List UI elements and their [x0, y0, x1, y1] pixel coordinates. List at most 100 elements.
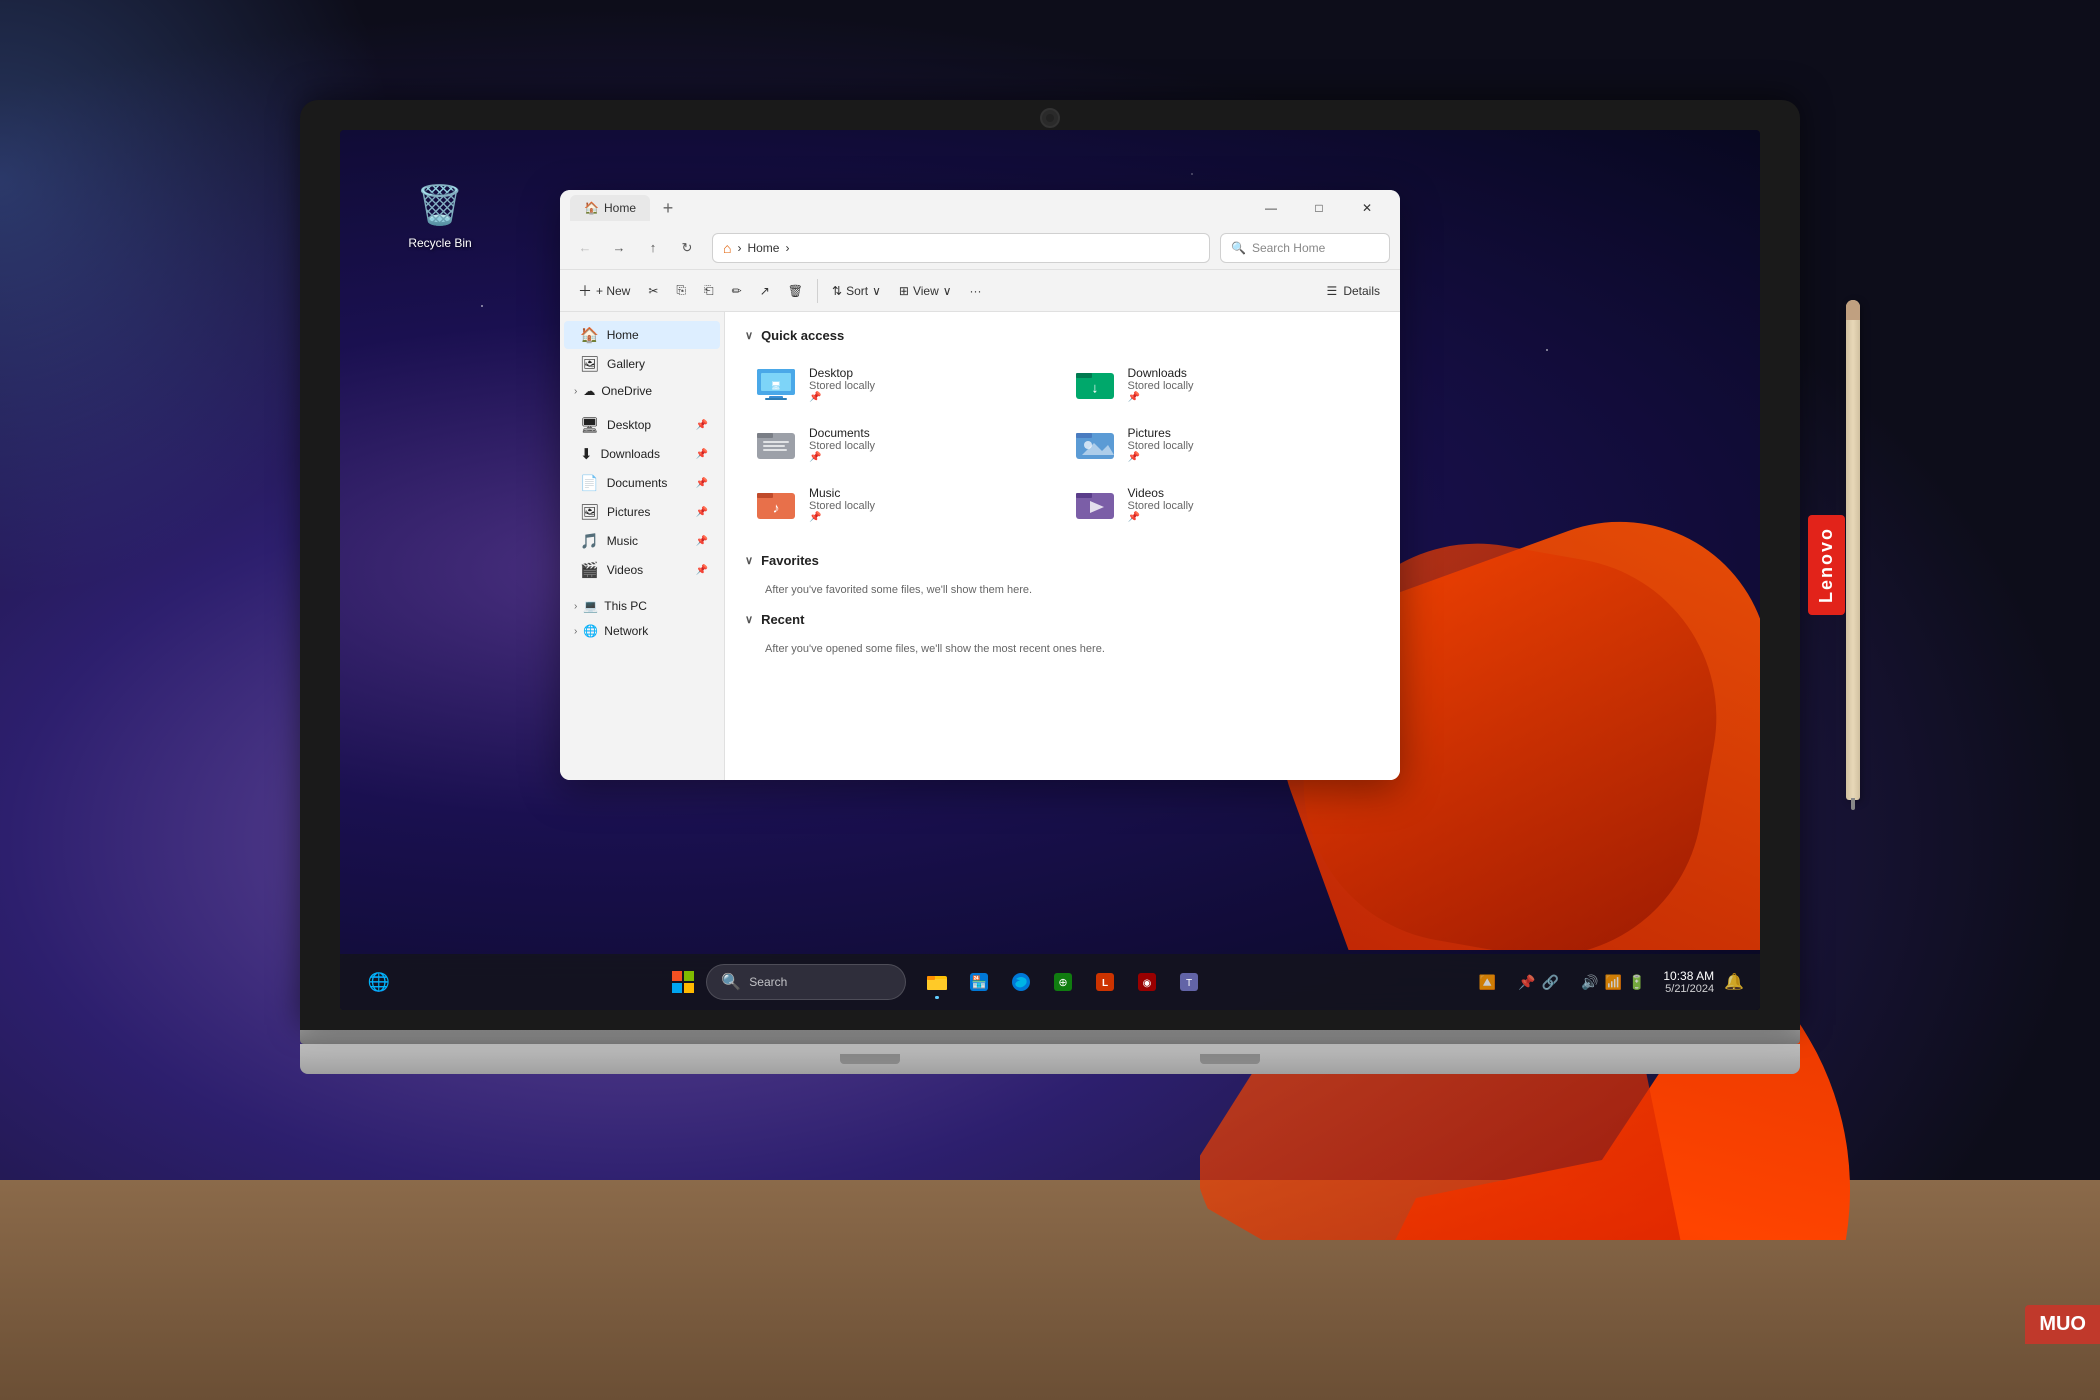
sidebar-downloads-label: Downloads: [601, 447, 660, 461]
qa-desktop-icon: 🖥: [755, 363, 797, 405]
favorites-header[interactable]: ∨ Favorites: [745, 553, 1380, 568]
taskbar-file-explorer[interactable]: [918, 963, 956, 1001]
up-button[interactable]: ↑: [638, 233, 668, 263]
tray-expand[interactable]: 🔼: [1471, 974, 1504, 991]
view-button[interactable]: ⊞ View ∨: [891, 279, 960, 303]
delete-button[interactable]: 🗑: [780, 279, 811, 303]
taskbar-red-app[interactable]: L: [1086, 963, 1124, 1001]
new-button[interactable]: ＋ + New: [570, 276, 638, 306]
paste-button[interactable]: ⎗: [696, 278, 722, 303]
qa-downloads-info: Downloads Stored locally 📌: [1128, 366, 1371, 403]
recent-title: Recent: [761, 612, 804, 627]
sidebar-music-label: Music: [607, 534, 638, 548]
camera: [1040, 108, 1060, 128]
address-bar[interactable]: ⌂ › Home ›: [712, 233, 1210, 263]
sort-button[interactable]: ⇅ Sort ∨: [824, 279, 889, 303]
cut-button[interactable]: ✂: [640, 279, 666, 303]
sidebar-item-videos[interactable]: 🎬 Videos 📌: [564, 556, 720, 584]
search-box[interactable]: 🔍 Search Home: [1220, 233, 1390, 263]
delete-icon: 🗑: [788, 284, 803, 298]
home-tab[interactable]: 🏠 Home: [570, 195, 650, 221]
stylus-top: [1846, 300, 1860, 320]
taskbar-center: 🔍 Search 🏪: [418, 963, 1455, 1001]
sidebar-item-network[interactable]: › 🌐 Network: [564, 619, 720, 643]
rename-button[interactable]: ✏: [724, 279, 750, 303]
sidebar-item-gallery[interactable]: 🖼 Gallery: [564, 350, 720, 378]
sidebar-item-pictures[interactable]: 🖼 Pictures 📌: [564, 498, 720, 526]
sidebar-gallery-label: Gallery: [607, 357, 645, 371]
gallery-sidebar-icon: 🖼: [580, 355, 599, 373]
svg-text:↓: ↓: [1091, 380, 1098, 396]
taskbar-edge[interactable]: [1002, 963, 1040, 1001]
share-button[interactable]: ↗: [752, 279, 778, 303]
this-pc-icon: 💻: [583, 599, 598, 613]
tray-icons-group[interactable]: 📌 🔗: [1510, 974, 1567, 991]
main-content: ∨ Quick access: [725, 312, 1400, 780]
taskbar-red2-app[interactable]: ◉: [1128, 963, 1166, 1001]
taskbar-search[interactable]: 🔍 Search: [706, 964, 906, 1000]
qa-downloads-name: Downloads: [1128, 366, 1371, 380]
qa-videos-sub: Stored locally: [1128, 500, 1371, 512]
view-chevron: ∨: [943, 284, 952, 298]
laptop-screen: 🗑️ Recycle Bin 🏠 Home + — □ ✕: [340, 130, 1760, 1010]
close-button[interactable]: ✕: [1344, 192, 1390, 224]
clock-time: 10:38 AM: [1663, 969, 1714, 983]
qa-pictures[interactable]: Pictures Stored locally 📌: [1064, 415, 1381, 473]
taskbar-xbox[interactable]: ⊕: [1044, 963, 1082, 1001]
this-pc-chevron: ›: [574, 601, 577, 612]
taskbar-teams[interactable]: T: [1170, 963, 1208, 1001]
qa-music[interactable]: ♪ Music Stored locally 📌: [745, 475, 1062, 533]
qa-documents[interactable]: Documents Stored locally 📌: [745, 415, 1062, 473]
qa-videos-info: Videos Stored locally 📌: [1128, 486, 1371, 523]
recycle-bin-icon[interactable]: 🗑️ Recycle Bin: [400, 180, 480, 250]
fav-chevron: ∨: [745, 554, 753, 567]
copy-button[interactable]: ⎘: [668, 278, 694, 303]
pin-icon4: 📌: [696, 507, 708, 518]
audio-control[interactable]: 🔊 📶 🔋: [1573, 974, 1653, 991]
sort-icon: ⇅: [832, 284, 842, 298]
taskbar-store[interactable]: 🏪: [960, 963, 998, 1001]
start-button[interactable]: [664, 963, 702, 1001]
qa-desktop[interactable]: 🖥 Desktop Stored locally 📌: [745, 355, 1062, 413]
more-icon: ···: [970, 284, 982, 298]
qa-videos[interactable]: Videos Stored locally 📌: [1064, 475, 1381, 533]
sidebar-item-documents[interactable]: 📄 Documents 📌: [564, 469, 720, 497]
sort-chevron: ∨: [872, 284, 881, 298]
more-button[interactable]: ···: [962, 279, 990, 303]
sidebar-network-label: Network: [604, 624, 648, 638]
details-button[interactable]: ☰ Details: [1317, 279, 1390, 303]
sidebar-item-onedrive[interactable]: › ☁ OneDrive: [564, 379, 720, 403]
qa-downloads[interactable]: ↓ Downloads Stored locally 📌: [1064, 355, 1381, 413]
forward-button[interactable]: →: [604, 233, 634, 263]
maximize-button[interactable]: □: [1296, 192, 1342, 224]
browser-icon[interactable]: 🌐: [360, 963, 398, 1001]
recent-header[interactable]: ∨ Recent: [745, 612, 1380, 627]
sidebar-item-home[interactable]: 🏠 Home: [564, 321, 720, 349]
add-tab-button[interactable]: +: [654, 194, 682, 222]
sidebar-item-desktop[interactable]: 🖥 Desktop 📌: [564, 411, 720, 439]
sidebar-item-downloads[interactable]: ⬇ Downloads 📌: [564, 440, 720, 468]
documents-sidebar-icon: 📄: [580, 474, 599, 492]
home-tab-icon: 🏠: [584, 201, 598, 215]
sidebar: 🏠 Home 🖼 Gallery › ☁ OneDrive: [560, 312, 725, 780]
notification-bell[interactable]: 🔔: [1724, 972, 1744, 992]
quick-access-header[interactable]: ∨ Quick access: [745, 328, 1380, 343]
refresh-button[interactable]: ↻: [672, 233, 702, 263]
system-clock[interactable]: 10:38 AM 5/21/2024: [1659, 969, 1718, 995]
back-button[interactable]: ←: [570, 233, 600, 263]
taskbar-search-icon: 🔍: [721, 972, 741, 992]
stylus-tip: [1851, 798, 1855, 810]
qa-desktop-sub: Stored locally: [809, 380, 1052, 392]
favorites-empty: After you've favorited some files, we'll…: [745, 580, 1380, 612]
breadcrumb-chevron2: ›: [785, 241, 789, 255]
sidebar-item-this-pc[interactable]: › 💻 This PC: [564, 594, 720, 618]
pictures-sidebar-icon: 🖼: [580, 503, 599, 521]
search-placeholder: Search Home: [1252, 241, 1325, 255]
qa-downloads-icon: ↓: [1074, 363, 1116, 405]
sidebar-this-pc-label: This PC: [604, 599, 647, 613]
onedrive-chevron: ›: [574, 386, 577, 397]
sidebar-documents-label: Documents: [607, 476, 668, 490]
wifi-icon: 📶: [1605, 974, 1622, 991]
minimize-button[interactable]: —: [1248, 192, 1294, 224]
sidebar-item-music[interactable]: 🎵 Music 📌: [564, 527, 720, 555]
